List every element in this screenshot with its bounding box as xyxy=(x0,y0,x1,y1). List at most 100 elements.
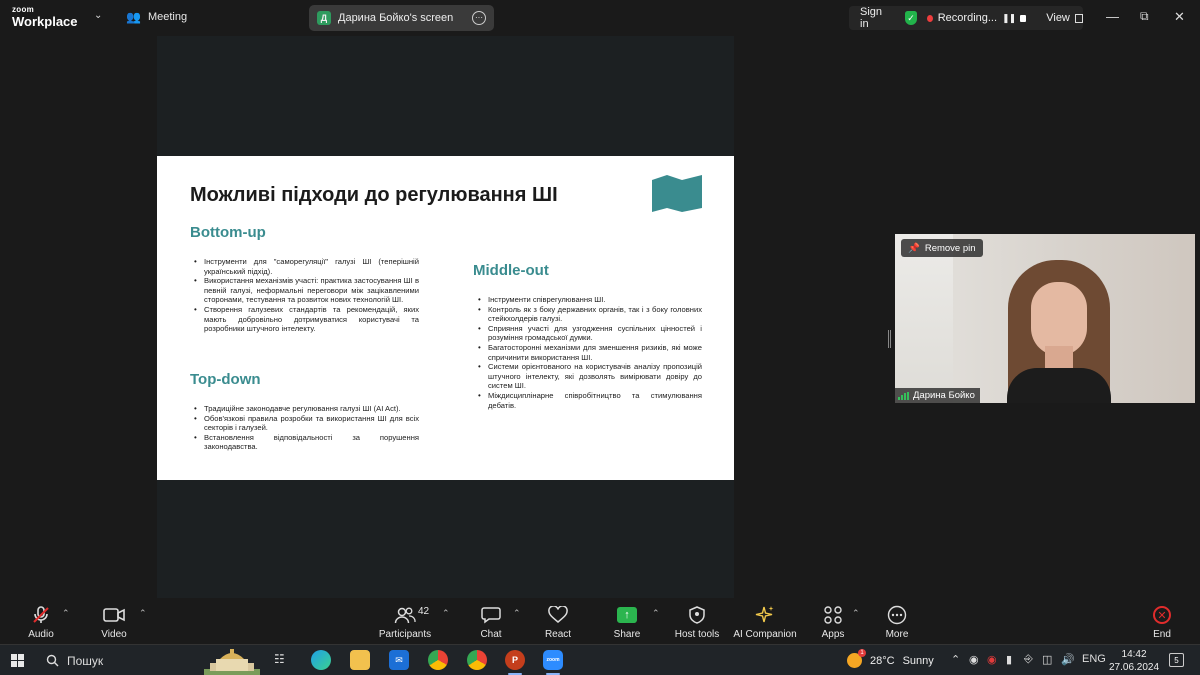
tray-expand-chevron-icon[interactable]: ⌃ xyxy=(951,653,960,666)
recording-label: Recording... xyxy=(937,12,998,24)
video-options-chevron-icon[interactable]: ⌃ xyxy=(139,608,147,619)
participants-icon xyxy=(394,604,416,626)
clock-date: 27.06.2024 xyxy=(1109,662,1160,673)
network-icon[interactable]: ◫ xyxy=(1042,653,1052,666)
sign-in-button[interactable]: Sign in xyxy=(860,6,889,30)
minimize-icon[interactable]: — xyxy=(1106,9,1119,24)
shared-screen-indicator[interactable]: Д Дарина Бойко's screen ··· xyxy=(309,5,494,31)
end-meeting-button[interactable]: ✕ End xyxy=(1122,604,1200,640)
audio-label: Audio xyxy=(28,629,54,640)
list-item: Традиційне законодавче регулювання галуз… xyxy=(193,404,419,414)
host-tools-label: Host tools xyxy=(674,629,720,640)
chat-label: Chat xyxy=(480,629,502,640)
chevron-down-icon[interactable]: ⌄ xyxy=(94,10,102,21)
middle-out-heading: Middle-out xyxy=(473,262,549,279)
weather-widget[interactable]: 1 28°C Sunny xyxy=(847,649,934,668)
close-icon[interactable]: ✕ xyxy=(1174,9,1185,25)
apps-label: Apps xyxy=(821,629,845,640)
weather-alert-badge: 1 xyxy=(858,649,866,657)
restore-icon[interactable]: ⧉ xyxy=(1140,9,1149,24)
notification-center-icon[interactable]: 5 xyxy=(1169,653,1184,667)
list-item: Інструменти для "саморегуляції" галузі Ш… xyxy=(193,257,419,276)
participants-label: Participants xyxy=(378,629,432,640)
heart-icon xyxy=(548,604,568,626)
top-down-heading: Top-down xyxy=(190,371,261,388)
security-alert-icon[interactable]: ◉ xyxy=(987,653,997,666)
more-options-icon[interactable]: ··· xyxy=(472,11,486,25)
edge-browser-icon[interactable] xyxy=(311,650,331,670)
react-button[interactable]: React xyxy=(518,604,598,640)
camera-in-use-icon[interactable]: ◉ xyxy=(969,653,979,666)
panel-resize-handle[interactable] xyxy=(888,330,891,348)
share-screen-icon: ↑ xyxy=(617,604,637,626)
muted-microphone-icon xyxy=(31,604,51,626)
task-view-icon[interactable]: ☷ xyxy=(274,652,285,666)
end-call-icon: ✕ xyxy=(1153,604,1171,626)
flag-decoration-icon xyxy=(652,175,702,212)
shared-screen-label: Дарина Бойко's screen xyxy=(338,12,454,24)
bottom-up-list: Інструменти для "саморегуляції" галузі Ш… xyxy=(193,257,419,334)
list-item: Створення галузевих стандартів та рекоме… xyxy=(193,305,419,334)
taskbar-search-label: Пошук xyxy=(67,653,104,668)
zoom-app-icon[interactable]: zoom xyxy=(543,650,563,670)
audio-options-chevron-icon[interactable]: ⌃ xyxy=(62,608,70,619)
microphone-tray-icon[interactable]: ▮ xyxy=(1006,653,1012,666)
list-item: Багатосторонні механізми для зменшення р… xyxy=(477,343,702,362)
video-background-door xyxy=(895,234,953,403)
pin-icon: 📌 xyxy=(908,242,920,254)
stop-recording-icon[interactable] xyxy=(1020,14,1027,22)
windows-start-icon[interactable] xyxy=(11,654,24,667)
meeting-status-group: Sign in ✓ Recording... ❚❚ View xyxy=(849,6,1083,30)
participants-button[interactable]: Participants xyxy=(365,604,445,640)
chrome-profile-icon[interactable] xyxy=(467,650,487,670)
view-button[interactable]: View xyxy=(1046,12,1070,24)
participants-options-chevron-icon[interactable]: ⌃ xyxy=(442,608,450,619)
people-icon: 👥 xyxy=(126,10,141,24)
chrome-browser-icon[interactable] xyxy=(428,650,448,670)
church-illustration-icon xyxy=(204,649,260,675)
more-label: More xyxy=(885,629,909,640)
windows-taskbar: Пошук ☷ ✉ P zoom 1 28°C Sunny ⌃ ◉ ◉ ▮ ⎆ … xyxy=(0,644,1200,675)
mail-icon[interactable]: ✉ xyxy=(389,650,409,670)
temperature: 28°C xyxy=(870,654,895,667)
participant-name: Дарина Бойко xyxy=(913,390,975,401)
volume-icon[interactable]: 🔊 xyxy=(1061,653,1075,666)
list-item: Використання механізмів участі: практика… xyxy=(193,276,419,305)
meeting-menu[interactable]: 👥 Meeting xyxy=(126,10,187,24)
view-layout-icon[interactable] xyxy=(1074,13,1083,23)
middle-out-list: Інструменти співрегулювання ШІ. Контроль… xyxy=(477,295,702,410)
react-label: React xyxy=(544,629,572,640)
recording-dot-icon xyxy=(926,14,933,22)
top-down-list: Традиційне законодавче регулювання галуз… xyxy=(193,404,419,452)
chat-icon xyxy=(481,604,501,626)
list-item: Встановлення відповідальності за порушен… xyxy=(193,433,419,452)
list-item: Контроль як з боку державних органів, та… xyxy=(477,305,702,324)
presentation-slide: Можливі підходи до регулювання ШІ Bottom… xyxy=(157,156,734,480)
participant-video-tile[interactable]: 📌 Remove pin Дарина Бойко xyxy=(895,234,1195,403)
participant-name-tag: Дарина Бойко xyxy=(895,388,980,403)
zoom-logo: zoom Workplace xyxy=(12,6,78,29)
powerpoint-icon[interactable]: P xyxy=(505,650,525,670)
shield-icon xyxy=(689,604,705,626)
screen-owner-avatar: Д xyxy=(317,11,331,25)
more-button[interactable]: More xyxy=(857,604,937,640)
weather-condition: Sunny xyxy=(902,654,934,667)
remove-pin-button[interactable]: 📌 Remove pin xyxy=(901,239,983,257)
title-bar: zoom Workplace ⌄ 👥 Meeting Д Дарина Бойк… xyxy=(0,0,1200,36)
clock-time: 14:42 xyxy=(1121,649,1147,660)
camera-icon xyxy=(103,604,125,626)
video-label: Video xyxy=(101,629,127,640)
taskbar-search[interactable]: Пошук xyxy=(40,649,200,672)
share-label: Share xyxy=(613,629,641,640)
language-indicator[interactable]: ENG xyxy=(1082,653,1106,665)
pause-recording-icon[interactable]: ❚❚ xyxy=(1002,13,1016,24)
list-item: Міждисциплінарне співробітництво та стим… xyxy=(477,391,702,410)
meeting-label: Meeting xyxy=(147,11,188,23)
list-item: Обов'язкові правила розробки та використ… xyxy=(193,414,419,433)
usb-icon[interactable]: ⎆ xyxy=(1024,653,1033,666)
security-shield-icon[interactable]: ✓ xyxy=(905,11,917,25)
slide-title: Можливі підходи до регулювання ШІ xyxy=(190,184,558,206)
system-clock[interactable]: 14:42 27.06.2024 xyxy=(1109,648,1159,674)
list-item: Інструменти співрегулювання ШІ. xyxy=(477,295,702,305)
file-explorer-icon[interactable] xyxy=(350,650,370,670)
